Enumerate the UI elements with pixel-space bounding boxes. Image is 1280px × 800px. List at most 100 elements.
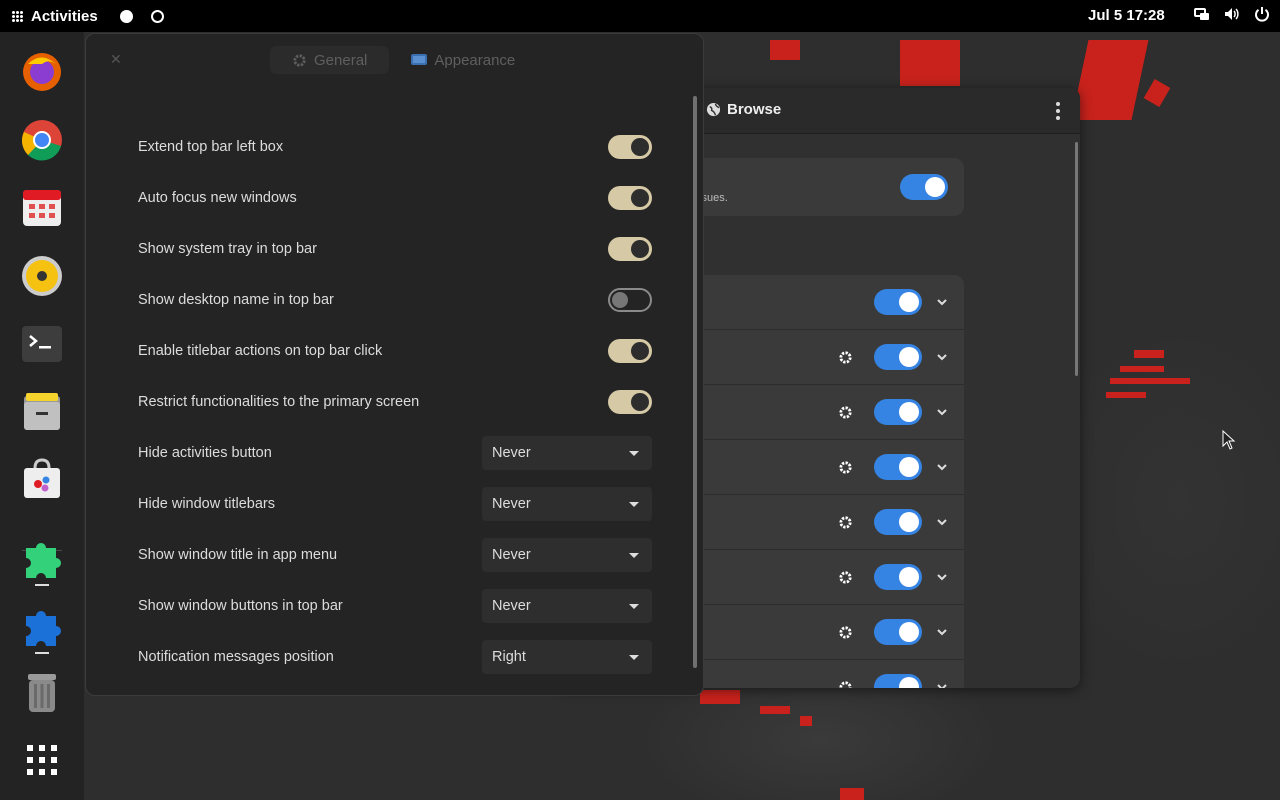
hide-activities-dropdown[interactable]: Never bbox=[482, 435, 652, 470]
gear-icon bbox=[293, 53, 306, 67]
setting-label: Restrict functionalities to the primary … bbox=[138, 393, 420, 410]
extensions-scrollbar[interactable] bbox=[1075, 142, 1078, 376]
top-bar: Activities Jul 5 17:28 bbox=[0, 0, 1280, 32]
dropdown-value: Never bbox=[492, 597, 531, 614]
gear-icon[interactable] bbox=[838, 405, 853, 420]
setting-row-window-buttons: Show window buttons in top bar Never bbox=[138, 580, 652, 631]
setting-label: Show system tray in top bar bbox=[138, 240, 317, 257]
setting-label: Notification messages position bbox=[138, 648, 334, 665]
hide-titlebars-dropdown[interactable]: Never bbox=[482, 486, 652, 521]
window-buttons-dropdown[interactable]: Never bbox=[482, 588, 652, 623]
settings-window: ✕ General Appearance Extend top bar left… bbox=[85, 33, 704, 696]
power-icon bbox=[1255, 7, 1269, 22]
network-icon bbox=[1194, 8, 1209, 20]
system-tray-toggle[interactable] bbox=[608, 236, 652, 261]
running-indicator bbox=[35, 652, 49, 654]
system-tray[interactable] bbox=[1194, 6, 1270, 22]
chevron-down-icon[interactable] bbox=[936, 461, 948, 473]
running-indicator bbox=[35, 584, 49, 586]
setting-row-auto-focus: Auto focus new windows bbox=[138, 172, 652, 223]
extension-toggle[interactable] bbox=[874, 674, 922, 688]
setting-label: Hide activities button bbox=[138, 444, 272, 461]
chevron-down-icon[interactable] bbox=[936, 351, 948, 363]
activities-label: Activities bbox=[31, 7, 98, 25]
gear-icon[interactable] bbox=[838, 570, 853, 585]
auto-focus-toggle[interactable] bbox=[608, 185, 652, 210]
trash-icon[interactable] bbox=[20, 670, 64, 714]
extension-toggle[interactable] bbox=[874, 509, 922, 535]
setting-row-notification-position: Notification messages position Right bbox=[138, 631, 652, 682]
chevron-down-icon[interactable] bbox=[936, 681, 948, 688]
gear-icon[interactable] bbox=[838, 350, 853, 365]
chevron-down-icon[interactable] bbox=[936, 406, 948, 418]
globe-icon bbox=[706, 102, 721, 117]
chevron-down-icon[interactable] bbox=[936, 571, 948, 583]
workspace-indicator-active[interactable] bbox=[119, 9, 133, 23]
chevron-down-icon[interactable] bbox=[936, 516, 948, 528]
setting-label: Show desktop name in top bar bbox=[138, 291, 334, 308]
gear-icon[interactable] bbox=[838, 460, 853, 475]
extension-toggle[interactable] bbox=[874, 454, 922, 480]
extension-toggle[interactable] bbox=[874, 344, 922, 370]
window-title-dropdown[interactable]: Never bbox=[482, 537, 652, 572]
tab-appearance-label: Appearance bbox=[434, 51, 516, 69]
tab-general-label: General bbox=[314, 51, 368, 69]
tab-general[interactable]: General bbox=[270, 46, 390, 74]
extension-toggle[interactable] bbox=[874, 289, 922, 315]
calendar-icon[interactable] bbox=[20, 186, 64, 230]
clock[interactable]: Jul 5 17:28 bbox=[1088, 7, 1165, 24]
menu-kebab-icon[interactable] bbox=[1056, 102, 1060, 120]
setting-row-hide-activities: Hide activities button Never bbox=[138, 427, 652, 478]
setting-row-titlebar-actions: Enable titlebar actions on top bar click bbox=[138, 325, 652, 376]
display-icon bbox=[411, 53, 428, 65]
setting-label: Show window buttons in top bar bbox=[138, 597, 343, 614]
primary-screen-toggle[interactable] bbox=[608, 389, 652, 414]
terminal-icon[interactable] bbox=[20, 322, 64, 366]
setting-row-primary-screen: Restrict functionalities to the primary … bbox=[138, 376, 652, 427]
chevron-down-icon[interactable] bbox=[936, 626, 948, 638]
rhythmbox-icon[interactable] bbox=[20, 254, 64, 298]
chevron-down-icon[interactable] bbox=[936, 296, 948, 308]
setting-row-desktop-name: Show desktop name in top bar bbox=[138, 274, 652, 325]
setting-row-window-title: Show window title in app menu Never bbox=[138, 529, 652, 580]
extensions-global-toggle[interactable] bbox=[900, 174, 948, 200]
extension-toggle[interactable] bbox=[874, 564, 922, 590]
browse-label: Browse bbox=[727, 101, 782, 118]
titlebar-actions-toggle[interactable] bbox=[608, 338, 652, 363]
close-icon[interactable]: ✕ bbox=[110, 51, 122, 68]
tab-bar: General Appearance bbox=[270, 46, 537, 74]
setting-label: Auto focus new windows bbox=[138, 189, 297, 206]
setting-label: Enable titlebar actions on top bar click bbox=[138, 342, 383, 359]
workspace-indicator[interactable] bbox=[150, 9, 164, 23]
dash-dock bbox=[0, 32, 84, 800]
desktop-name-toggle[interactable] bbox=[608, 287, 652, 312]
settings-scrollbar[interactable] bbox=[693, 96, 697, 668]
browse-tab[interactable]: Browse bbox=[706, 101, 781, 118]
setting-row-hide-titlebars: Hide window titlebars Never bbox=[138, 478, 652, 529]
dropdown-arrow-icon bbox=[629, 501, 639, 507]
extension-toggle[interactable] bbox=[874, 619, 922, 645]
gear-icon[interactable] bbox=[838, 625, 853, 640]
show-apps-icon[interactable] bbox=[20, 738, 64, 782]
gear-icon[interactable] bbox=[838, 680, 853, 688]
gear-icon[interactable] bbox=[838, 515, 853, 530]
dropdown-value: Never bbox=[492, 546, 531, 563]
extension-toggle[interactable] bbox=[874, 399, 922, 425]
mouse-cursor-icon bbox=[1222, 430, 1236, 450]
extensions-icon[interactable] bbox=[20, 604, 64, 648]
activities-button[interactable]: Activities bbox=[12, 8, 98, 25]
chrome-icon[interactable] bbox=[20, 118, 64, 162]
volume-icon bbox=[1225, 8, 1239, 20]
dropdown-value: Right bbox=[492, 648, 526, 665]
dropdown-arrow-icon bbox=[629, 552, 639, 558]
firefox-icon[interactable] bbox=[20, 50, 64, 94]
extend-top-bar-toggle[interactable] bbox=[608, 134, 652, 159]
files-icon[interactable] bbox=[20, 390, 64, 434]
software-icon[interactable] bbox=[20, 458, 64, 502]
apps-grid-icon bbox=[12, 10, 23, 22]
extension-manager-icon[interactable] bbox=[20, 536, 64, 580]
tab-appearance[interactable]: Appearance bbox=[389, 46, 537, 74]
dropdown-arrow-icon bbox=[629, 603, 639, 609]
notification-position-dropdown[interactable]: Right bbox=[482, 639, 652, 674]
setting-row-system-tray: Show system tray in top bar bbox=[138, 223, 652, 274]
